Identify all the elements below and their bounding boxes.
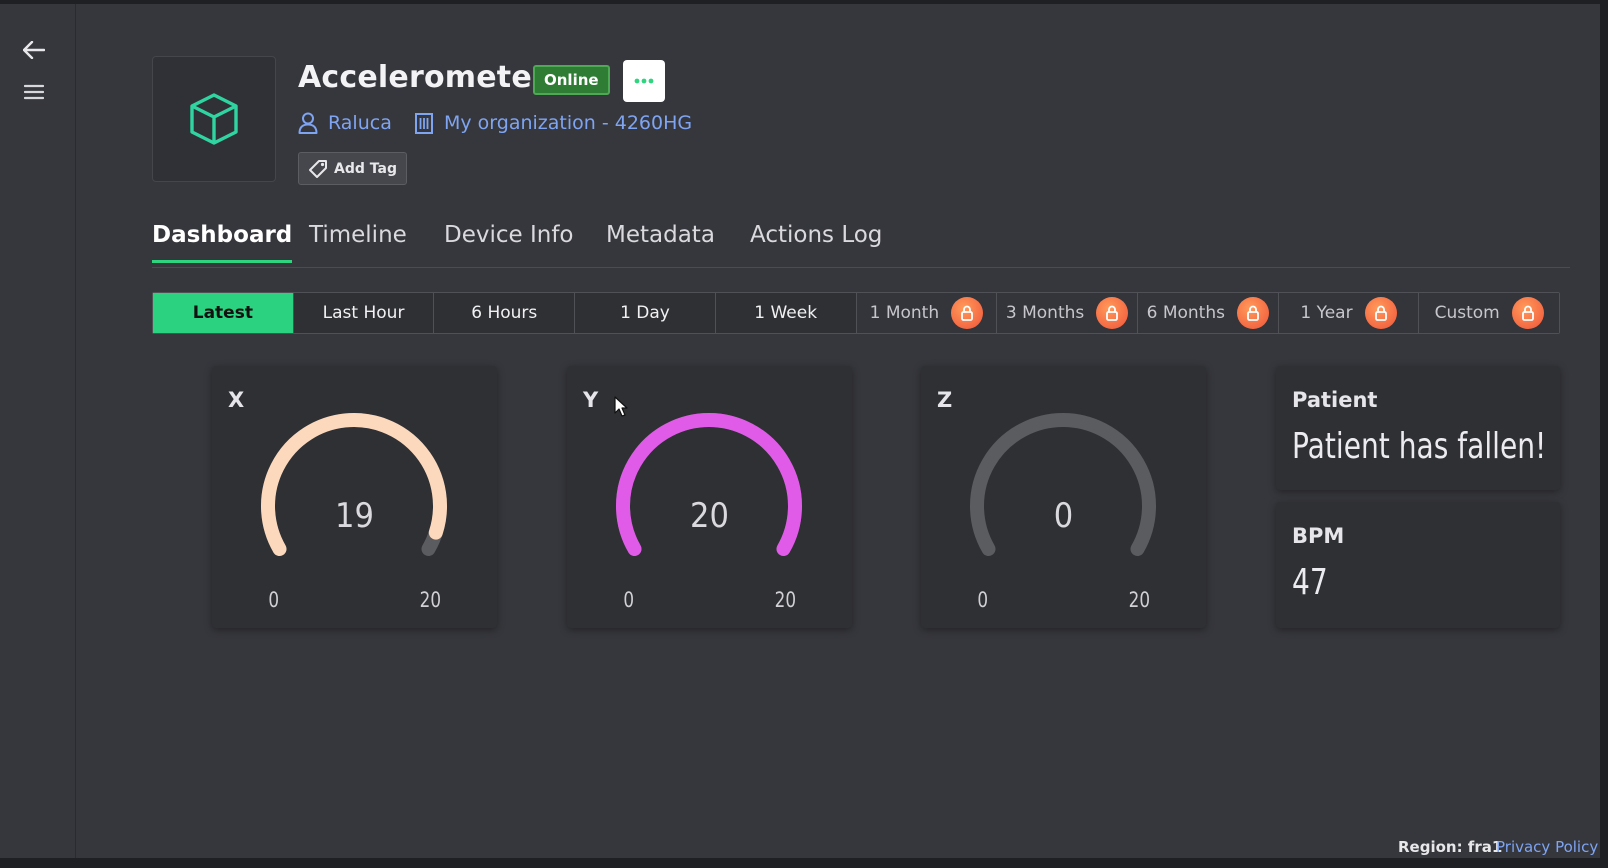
owner-name: Raluca <box>328 112 392 134</box>
patient-status-text: Patient has fallen! <box>1292 426 1547 467</box>
cube-icon <box>190 93 238 145</box>
range-label: Custom <box>1434 303 1500 323</box>
range-last-hour[interactable]: Last Hour <box>293 293 435 333</box>
gauge-widget-z: Z 0 0 20 <box>921 366 1206 628</box>
region-label: Region: fra1 <box>1398 838 1503 856</box>
more-options-button[interactable] <box>623 60 665 102</box>
range-custom[interactable]: Custom <box>1419 293 1560 333</box>
tag-icon <box>309 159 328 178</box>
menu-icon[interactable] <box>20 80 48 104</box>
lock-icon <box>1511 297 1544 329</box>
tab-bar: Dashboard Timeline Device Info Metadata … <box>152 218 1570 268</box>
mouse-cursor-icon <box>614 396 628 422</box>
tab-device-info[interactable]: Device Info <box>444 222 574 260</box>
tab-actions-log[interactable]: Actions Log <box>750 222 882 260</box>
range-label: 1 Week <box>754 303 818 323</box>
gauge-min: 0 <box>268 588 280 612</box>
building-icon <box>415 113 433 134</box>
more-dots-icon <box>634 78 654 84</box>
range-1-day[interactable]: 1 Day <box>575 293 716 333</box>
range-6-months[interactable]: 6 Months <box>1137 293 1279 333</box>
widget-label: Patient <box>1292 388 1378 412</box>
range-1-week[interactable]: 1 Week <box>715 293 857 333</box>
add-tag-label: Add Tag <box>334 160 397 177</box>
gauge-min: 0 <box>977 588 989 612</box>
lock-icon <box>1096 297 1129 329</box>
user-icon <box>298 112 318 134</box>
range-label: 6 Hours <box>471 303 538 323</box>
patient-widget: Patient Patient has fallen! <box>1276 366 1560 490</box>
gauge-widget-y: Y 20 0 20 <box>567 366 852 628</box>
tab-metadata[interactable]: Metadata <box>606 222 715 260</box>
add-tag-button[interactable]: Add Tag <box>298 152 407 185</box>
range-label: 1 Month <box>869 303 940 323</box>
range-1-month[interactable]: 1 Month <box>856 293 998 333</box>
bpm-value: 47 <box>1292 562 1328 603</box>
range-1-year[interactable]: 1 Year <box>1278 293 1420 333</box>
range-latest[interactable]: Latest <box>153 293 294 333</box>
tab-dashboard[interactable]: Dashboard <box>152 222 293 263</box>
gauge-min: 0 <box>623 588 635 612</box>
range-label: 6 Months <box>1146 303 1225 323</box>
tab-timeline[interactable]: Timeline <box>309 222 407 260</box>
range-label: Last Hour <box>322 303 405 323</box>
lock-icon <box>951 297 984 329</box>
device-title: Accelerometer <box>298 60 547 95</box>
lock-icon <box>1236 297 1269 329</box>
range-3-months[interactable]: 3 Months <box>997 293 1138 333</box>
app-window: Accelerometer Online Raluca My organizat… <box>0 0 1608 868</box>
gauge-max: 20 <box>774 588 797 612</box>
range-label: 1 Year <box>1300 303 1353 323</box>
sidebar <box>0 4 76 858</box>
device-avatar <box>152 56 276 182</box>
time-range-selector: Latest Last Hour 6 Hours 1 Day 1 Week 1 … <box>152 292 1560 334</box>
gauge-widget-x: X 19 0 20 <box>212 366 497 628</box>
range-label: Latest <box>192 303 253 323</box>
lock-icon <box>1364 297 1397 329</box>
status-badge: Online <box>533 65 610 95</box>
gauge-value: 20 <box>690 496 729 536</box>
range-6-hours[interactable]: 6 Hours <box>434 293 576 333</box>
privacy-policy-link[interactable]: Privacy Policy <box>1496 838 1598 856</box>
organization-name: My organization - 4260HG <box>444 112 693 134</box>
bpm-widget: BPM 47 <box>1276 502 1560 628</box>
widget-label: BPM <box>1292 524 1345 548</box>
range-label: 1 Day <box>620 303 670 323</box>
gauge-value: 0 <box>1053 496 1074 536</box>
gauge-max: 20 <box>1128 588 1151 612</box>
owner-link[interactable]: Raluca <box>298 110 392 136</box>
range-label: 3 Months <box>1005 303 1085 323</box>
gauge-value: 19 <box>335 496 374 536</box>
back-arrow-icon[interactable] <box>20 38 48 62</box>
organization-link[interactable]: My organization - 4260HG <box>414 110 692 136</box>
gauge-max: 20 <box>419 588 442 612</box>
